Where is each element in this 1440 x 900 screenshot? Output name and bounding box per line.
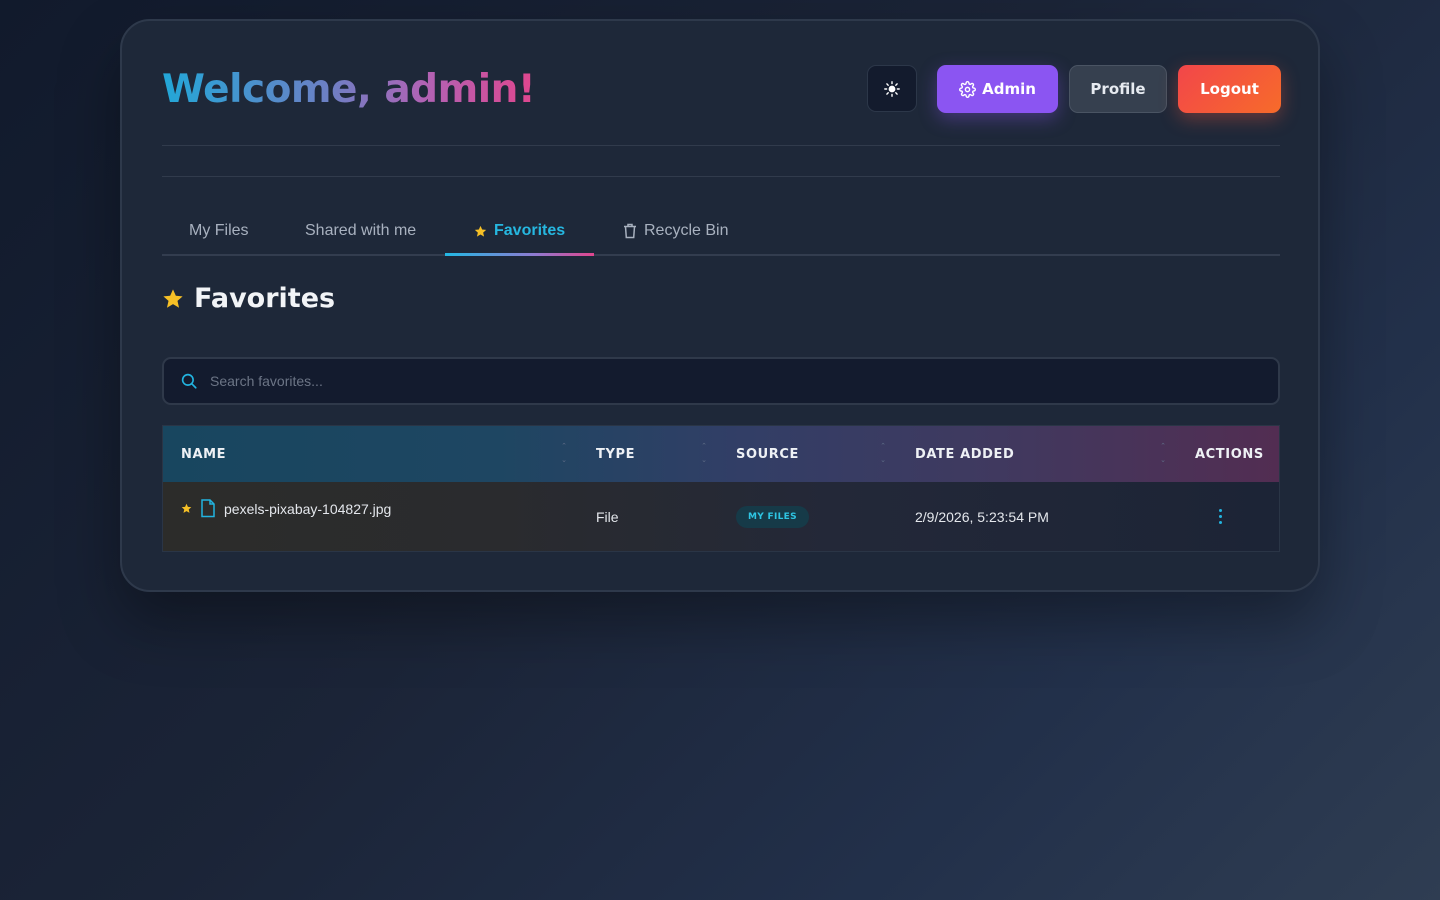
tab-label: Recycle Bin bbox=[644, 222, 729, 239]
sort-name-icon[interactable]: ⌃ ⌄ bbox=[560, 443, 568, 465]
page-title-text: Favorites bbox=[194, 283, 336, 314]
trash-icon bbox=[624, 223, 636, 239]
column-header-label: SOURCE bbox=[736, 446, 800, 462]
logout-button[interactable]: Logout bbox=[1178, 65, 1281, 113]
star-icon bbox=[163, 288, 183, 308]
admin-button-label: Admin bbox=[982, 80, 1036, 98]
sort-source-icon[interactable]: ⌃ ⌄ bbox=[879, 443, 887, 465]
file-name: pexels-pixabay-104827.jpg bbox=[224, 500, 392, 517]
source-cell: MY FILES bbox=[736, 482, 809, 551]
star-icon bbox=[474, 225, 487, 237]
favorites-table: NAME ⌃ ⌄ TYPE ⌃ ⌄ SOURCE ⌃ ⌄ DATE ADDED ⌃ ⌄ … bbox=[162, 425, 1280, 552]
sort-type-icon[interactable]: ⌃ ⌄ bbox=[700, 443, 708, 465]
source-badge: MY FILES bbox=[736, 505, 809, 528]
file-name-cell[interactable]: pexels-pixabay-104827.jpg bbox=[181, 474, 391, 543]
theme-toggle-button[interactable] bbox=[867, 65, 917, 112]
section-divider bbox=[162, 176, 1280, 177]
tab-recycle-bin[interactable]: Recycle Bin bbox=[623, 206, 728, 256]
file-icon bbox=[201, 499, 215, 518]
date-added: 2/9/2026, 5:23:54 PM bbox=[915, 508, 1049, 525]
profile-button[interactable]: Profile bbox=[1069, 65, 1167, 113]
tab-favorites[interactable]: Favorites bbox=[474, 206, 565, 256]
page-title: Favorites bbox=[162, 283, 335, 314]
tab-my-files[interactable]: My Files bbox=[189, 206, 249, 256]
column-header-label: NAME bbox=[181, 446, 227, 462]
search-input[interactable] bbox=[210, 373, 1278, 389]
actions-cell bbox=[1213, 482, 1228, 551]
admin-button[interactable]: Admin bbox=[937, 65, 1058, 113]
table-row[interactable]: pexels-pixabay-104827.jpg File MY FILES … bbox=[163, 482, 1279, 551]
column-header-source[interactable]: SOURCE bbox=[736, 426, 799, 482]
gear-icon bbox=[959, 80, 977, 98]
profile-button-label: Profile bbox=[1090, 80, 1146, 98]
column-header-type[interactable]: TYPE bbox=[596, 426, 635, 482]
tab-bar: My Files Shared with me Favorites Recycl… bbox=[162, 206, 1280, 256]
sort-date-icon[interactable]: ⌃ ⌄ bbox=[1159, 443, 1167, 465]
column-header-label: DATE ADDED bbox=[915, 446, 1015, 462]
file-type: File bbox=[596, 508, 619, 525]
welcome-heading: Welcome, admin! bbox=[162, 67, 536, 112]
column-header-actions: ACTIONS bbox=[1195, 426, 1264, 482]
column-header-label: TYPE bbox=[596, 446, 636, 462]
search-bar bbox=[162, 357, 1280, 405]
sun-icon bbox=[884, 80, 900, 97]
file-type-cell: File bbox=[596, 482, 619, 551]
tab-shared-with-me[interactable]: Shared with me bbox=[305, 206, 416, 256]
column-header-label: ACTIONS bbox=[1195, 446, 1264, 462]
more-actions-icon[interactable] bbox=[1213, 505, 1228, 528]
star-icon[interactable] bbox=[181, 503, 192, 514]
column-header-date-added[interactable]: DATE ADDED bbox=[915, 426, 1014, 482]
active-tab-indicator bbox=[445, 253, 594, 256]
header-divider bbox=[162, 145, 1280, 146]
dashboard-card: Welcome, admin! Admin Profile Logout My … bbox=[120, 19, 1320, 592]
tab-label: My Files bbox=[189, 222, 249, 239]
search-icon bbox=[181, 373, 197, 389]
date-added-cell: 2/9/2026, 5:23:54 PM bbox=[915, 482, 1049, 551]
tab-label: Favorites bbox=[494, 222, 566, 239]
tab-label: Shared with me bbox=[305, 222, 417, 239]
logout-button-label: Logout bbox=[1200, 80, 1259, 98]
